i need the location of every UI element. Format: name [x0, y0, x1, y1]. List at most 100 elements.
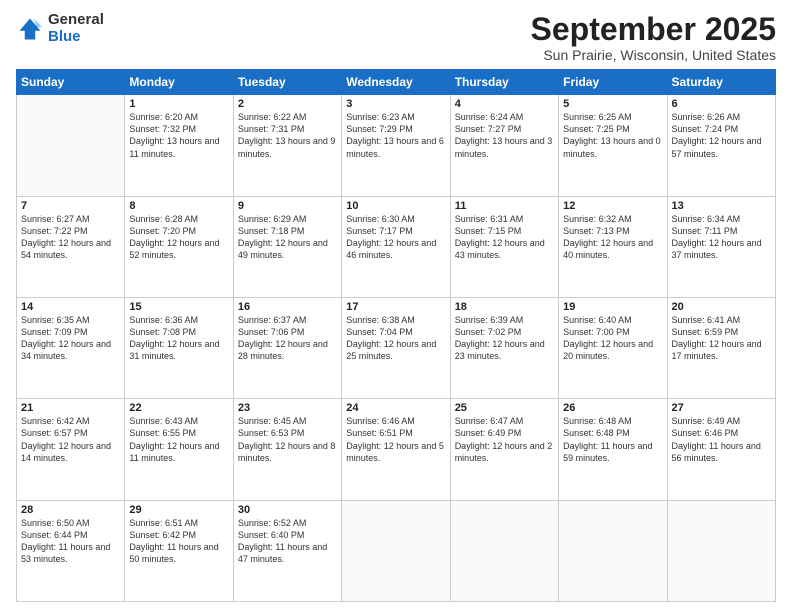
day-number: 8	[129, 200, 228, 212]
calendar-cell: 5Sunrise: 6:25 AMSunset: 7:25 PMDaylight…	[559, 95, 667, 196]
day-info: Sunrise: 6:46 AMSunset: 6:51 PMDaylight:…	[346, 415, 445, 464]
weekday-header-sunday: Sunday	[17, 70, 125, 95]
day-number: 7	[21, 200, 120, 212]
calendar-cell: 16Sunrise: 6:37 AMSunset: 7:06 PMDayligh…	[233, 297, 341, 398]
calendar-cell	[342, 500, 450, 601]
day-number: 4	[455, 98, 554, 110]
day-info: Sunrise: 6:39 AMSunset: 7:02 PMDaylight:…	[455, 314, 554, 363]
day-number: 15	[129, 301, 228, 313]
weekday-header-friday: Friday	[559, 70, 667, 95]
day-info: Sunrise: 6:48 AMSunset: 6:48 PMDaylight:…	[563, 415, 662, 464]
day-info: Sunrise: 6:23 AMSunset: 7:29 PMDaylight:…	[346, 111, 445, 160]
day-number: 12	[563, 200, 662, 212]
day-number: 2	[238, 98, 337, 110]
day-number: 6	[672, 98, 771, 110]
calendar-week-4: 21Sunrise: 6:42 AMSunset: 6:57 PMDayligh…	[17, 399, 776, 500]
calendar-cell: 24Sunrise: 6:46 AMSunset: 6:51 PMDayligh…	[342, 399, 450, 500]
day-info: Sunrise: 6:24 AMSunset: 7:27 PMDaylight:…	[455, 111, 554, 160]
day-number: 11	[455, 200, 554, 212]
day-number: 23	[238, 402, 337, 414]
calendar-cell: 25Sunrise: 6:47 AMSunset: 6:49 PMDayligh…	[450, 399, 558, 500]
calendar-week-3: 14Sunrise: 6:35 AMSunset: 7:09 PMDayligh…	[17, 297, 776, 398]
month-title: September 2025	[531, 12, 776, 47]
day-info: Sunrise: 6:40 AMSunset: 7:00 PMDaylight:…	[563, 314, 662, 363]
calendar-week-1: 1Sunrise: 6:20 AMSunset: 7:32 PMDaylight…	[17, 95, 776, 196]
day-info: Sunrise: 6:45 AMSunset: 6:53 PMDaylight:…	[238, 415, 337, 464]
calendar-cell: 23Sunrise: 6:45 AMSunset: 6:53 PMDayligh…	[233, 399, 341, 500]
day-info: Sunrise: 6:30 AMSunset: 7:17 PMDaylight:…	[346, 213, 445, 262]
day-info: Sunrise: 6:43 AMSunset: 6:55 PMDaylight:…	[129, 415, 228, 464]
day-number: 27	[672, 402, 771, 414]
header: General Blue September 2025 Sun Prairie,…	[16, 12, 776, 63]
calendar-cell: 19Sunrise: 6:40 AMSunset: 7:00 PMDayligh…	[559, 297, 667, 398]
logo-text: General Blue	[48, 12, 104, 45]
day-number: 24	[346, 402, 445, 414]
day-number: 14	[21, 301, 120, 313]
calendar-cell: 7Sunrise: 6:27 AMSunset: 7:22 PMDaylight…	[17, 196, 125, 297]
day-number: 21	[21, 402, 120, 414]
calendar-header: SundayMondayTuesdayWednesdayThursdayFrid…	[17, 70, 776, 95]
calendar-cell: 20Sunrise: 6:41 AMSunset: 6:59 PMDayligh…	[667, 297, 775, 398]
calendar-cell: 22Sunrise: 6:43 AMSunset: 6:55 PMDayligh…	[125, 399, 233, 500]
day-number: 18	[455, 301, 554, 313]
calendar-cell	[17, 95, 125, 196]
day-info: Sunrise: 6:41 AMSunset: 6:59 PMDaylight:…	[672, 314, 771, 363]
calendar-cell: 3Sunrise: 6:23 AMSunset: 7:29 PMDaylight…	[342, 95, 450, 196]
day-number: 16	[238, 301, 337, 313]
day-info: Sunrise: 6:34 AMSunset: 7:11 PMDaylight:…	[672, 213, 771, 262]
calendar-cell: 30Sunrise: 6:52 AMSunset: 6:40 PMDayligh…	[233, 500, 341, 601]
weekday-header-thursday: Thursday	[450, 70, 558, 95]
day-info: Sunrise: 6:50 AMSunset: 6:44 PMDaylight:…	[21, 517, 120, 566]
day-info: Sunrise: 6:37 AMSunset: 7:06 PMDaylight:…	[238, 314, 337, 363]
day-info: Sunrise: 6:49 AMSunset: 6:46 PMDaylight:…	[672, 415, 771, 464]
day-number: 13	[672, 200, 771, 212]
logo-blue-text: Blue	[48, 29, 104, 46]
day-info: Sunrise: 6:35 AMSunset: 7:09 PMDaylight:…	[21, 314, 120, 363]
day-info: Sunrise: 6:52 AMSunset: 6:40 PMDaylight:…	[238, 517, 337, 566]
calendar-cell: 27Sunrise: 6:49 AMSunset: 6:46 PMDayligh…	[667, 399, 775, 500]
day-number: 25	[455, 402, 554, 414]
calendar-cell: 15Sunrise: 6:36 AMSunset: 7:08 PMDayligh…	[125, 297, 233, 398]
day-info: Sunrise: 6:32 AMSunset: 7:13 PMDaylight:…	[563, 213, 662, 262]
page: General Blue September 2025 Sun Prairie,…	[0, 0, 792, 612]
calendar-cell: 9Sunrise: 6:29 AMSunset: 7:18 PMDaylight…	[233, 196, 341, 297]
calendar-cell: 17Sunrise: 6:38 AMSunset: 7:04 PMDayligh…	[342, 297, 450, 398]
calendar-cell: 11Sunrise: 6:31 AMSunset: 7:15 PMDayligh…	[450, 196, 558, 297]
day-number: 9	[238, 200, 337, 212]
day-info: Sunrise: 6:20 AMSunset: 7:32 PMDaylight:…	[129, 111, 228, 160]
day-info: Sunrise: 6:22 AMSunset: 7:31 PMDaylight:…	[238, 111, 337, 160]
day-info: Sunrise: 6:25 AMSunset: 7:25 PMDaylight:…	[563, 111, 662, 160]
calendar-week-2: 7Sunrise: 6:27 AMSunset: 7:22 PMDaylight…	[17, 196, 776, 297]
day-info: Sunrise: 6:31 AMSunset: 7:15 PMDaylight:…	[455, 213, 554, 262]
calendar-cell: 18Sunrise: 6:39 AMSunset: 7:02 PMDayligh…	[450, 297, 558, 398]
day-info: Sunrise: 6:29 AMSunset: 7:18 PMDaylight:…	[238, 213, 337, 262]
calendar-table: SundayMondayTuesdayWednesdayThursdayFrid…	[16, 69, 776, 602]
day-number: 5	[563, 98, 662, 110]
calendar-cell: 10Sunrise: 6:30 AMSunset: 7:17 PMDayligh…	[342, 196, 450, 297]
day-number: 17	[346, 301, 445, 313]
day-number: 30	[238, 504, 337, 516]
day-number: 10	[346, 200, 445, 212]
calendar-week-5: 28Sunrise: 6:50 AMSunset: 6:44 PMDayligh…	[17, 500, 776, 601]
day-number: 22	[129, 402, 228, 414]
weekday-header-wednesday: Wednesday	[342, 70, 450, 95]
calendar-cell: 26Sunrise: 6:48 AMSunset: 6:48 PMDayligh…	[559, 399, 667, 500]
calendar-cell: 8Sunrise: 6:28 AMSunset: 7:20 PMDaylight…	[125, 196, 233, 297]
calendar-cell: 1Sunrise: 6:20 AMSunset: 7:32 PMDaylight…	[125, 95, 233, 196]
calendar-cell: 4Sunrise: 6:24 AMSunset: 7:27 PMDaylight…	[450, 95, 558, 196]
day-info: Sunrise: 6:38 AMSunset: 7:04 PMDaylight:…	[346, 314, 445, 363]
calendar-cell: 13Sunrise: 6:34 AMSunset: 7:11 PMDayligh…	[667, 196, 775, 297]
day-info: Sunrise: 6:51 AMSunset: 6:42 PMDaylight:…	[129, 517, 228, 566]
calendar-cell	[559, 500, 667, 601]
weekday-header-tuesday: Tuesday	[233, 70, 341, 95]
day-info: Sunrise: 6:42 AMSunset: 6:57 PMDaylight:…	[21, 415, 120, 464]
calendar-cell: 29Sunrise: 6:51 AMSunset: 6:42 PMDayligh…	[125, 500, 233, 601]
location: Sun Prairie, Wisconsin, United States	[531, 47, 776, 63]
day-info: Sunrise: 6:28 AMSunset: 7:20 PMDaylight:…	[129, 213, 228, 262]
day-number: 20	[672, 301, 771, 313]
day-number: 29	[129, 504, 228, 516]
day-number: 28	[21, 504, 120, 516]
calendar-cell: 2Sunrise: 6:22 AMSunset: 7:31 PMDaylight…	[233, 95, 341, 196]
calendar-cell: 12Sunrise: 6:32 AMSunset: 7:13 PMDayligh…	[559, 196, 667, 297]
weekday-row: SundayMondayTuesdayWednesdayThursdayFrid…	[17, 70, 776, 95]
